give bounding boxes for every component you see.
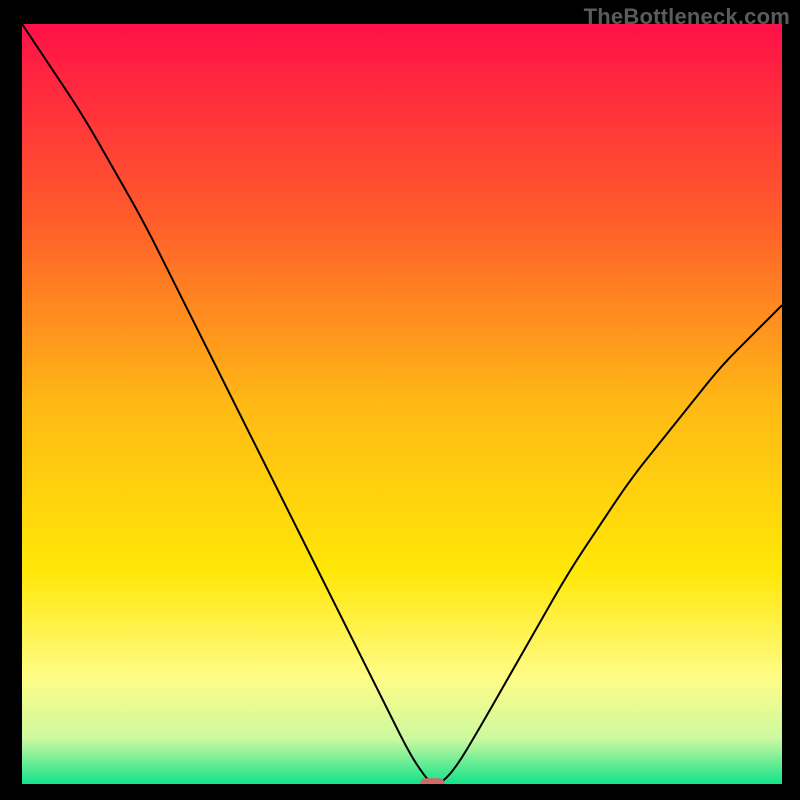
- chart-background: [22, 24, 782, 784]
- watermark-text: TheBottleneck.com: [584, 4, 790, 30]
- chart-frame: TheBottleneck.com: [0, 0, 800, 800]
- chart-svg: [22, 24, 782, 784]
- minimum-marker: [420, 778, 444, 784]
